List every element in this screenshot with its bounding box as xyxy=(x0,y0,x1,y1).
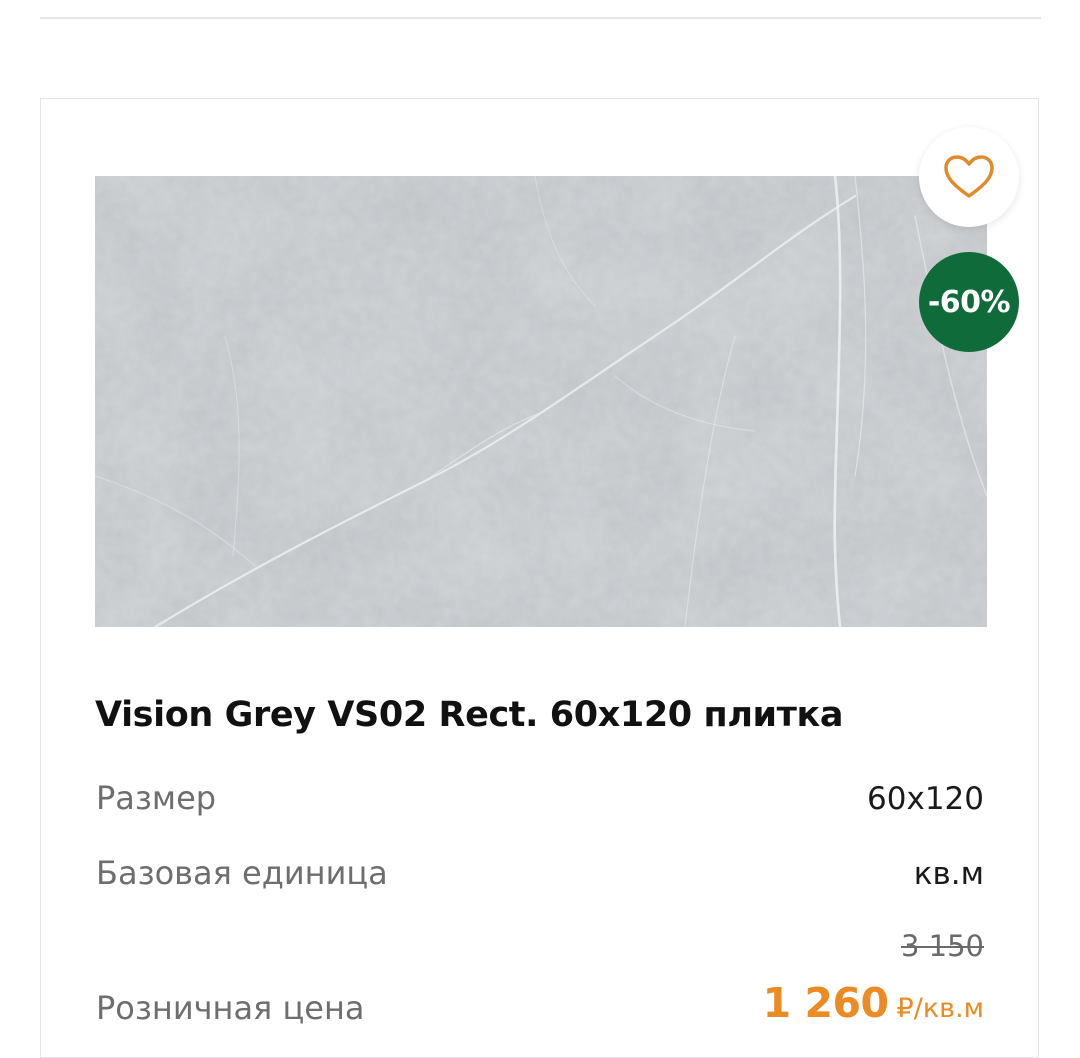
product-image[interactable] xyxy=(95,176,987,627)
marble-texture xyxy=(95,176,987,627)
top-divider xyxy=(40,17,1041,19)
spec-label-unit: Базовая единица xyxy=(96,854,388,892)
spec-value-unit: кв.м xyxy=(913,856,984,892)
discount-badge: -60% xyxy=(919,252,1019,352)
favorite-button[interactable] xyxy=(919,127,1019,227)
old-price: 3 150 xyxy=(900,929,984,963)
current-price: 1 260 ₽/кв.м xyxy=(763,979,984,1027)
product-title[interactable]: Vision Grey VS02 Rect. 60x120 плитка xyxy=(95,695,844,735)
product-card[interactable]: -60% Vision Grey VS02 Rect. 60x120 плитк… xyxy=(40,98,1039,1058)
spec-value-size: 60x120 xyxy=(867,781,984,817)
price-amount: 1 260 xyxy=(762,979,889,1027)
spec-label-size: Размер xyxy=(96,779,217,817)
heart-icon xyxy=(944,155,994,198)
price-unit: ₽/кв.м xyxy=(896,993,984,1024)
price-label: Розничная цена xyxy=(96,989,365,1027)
